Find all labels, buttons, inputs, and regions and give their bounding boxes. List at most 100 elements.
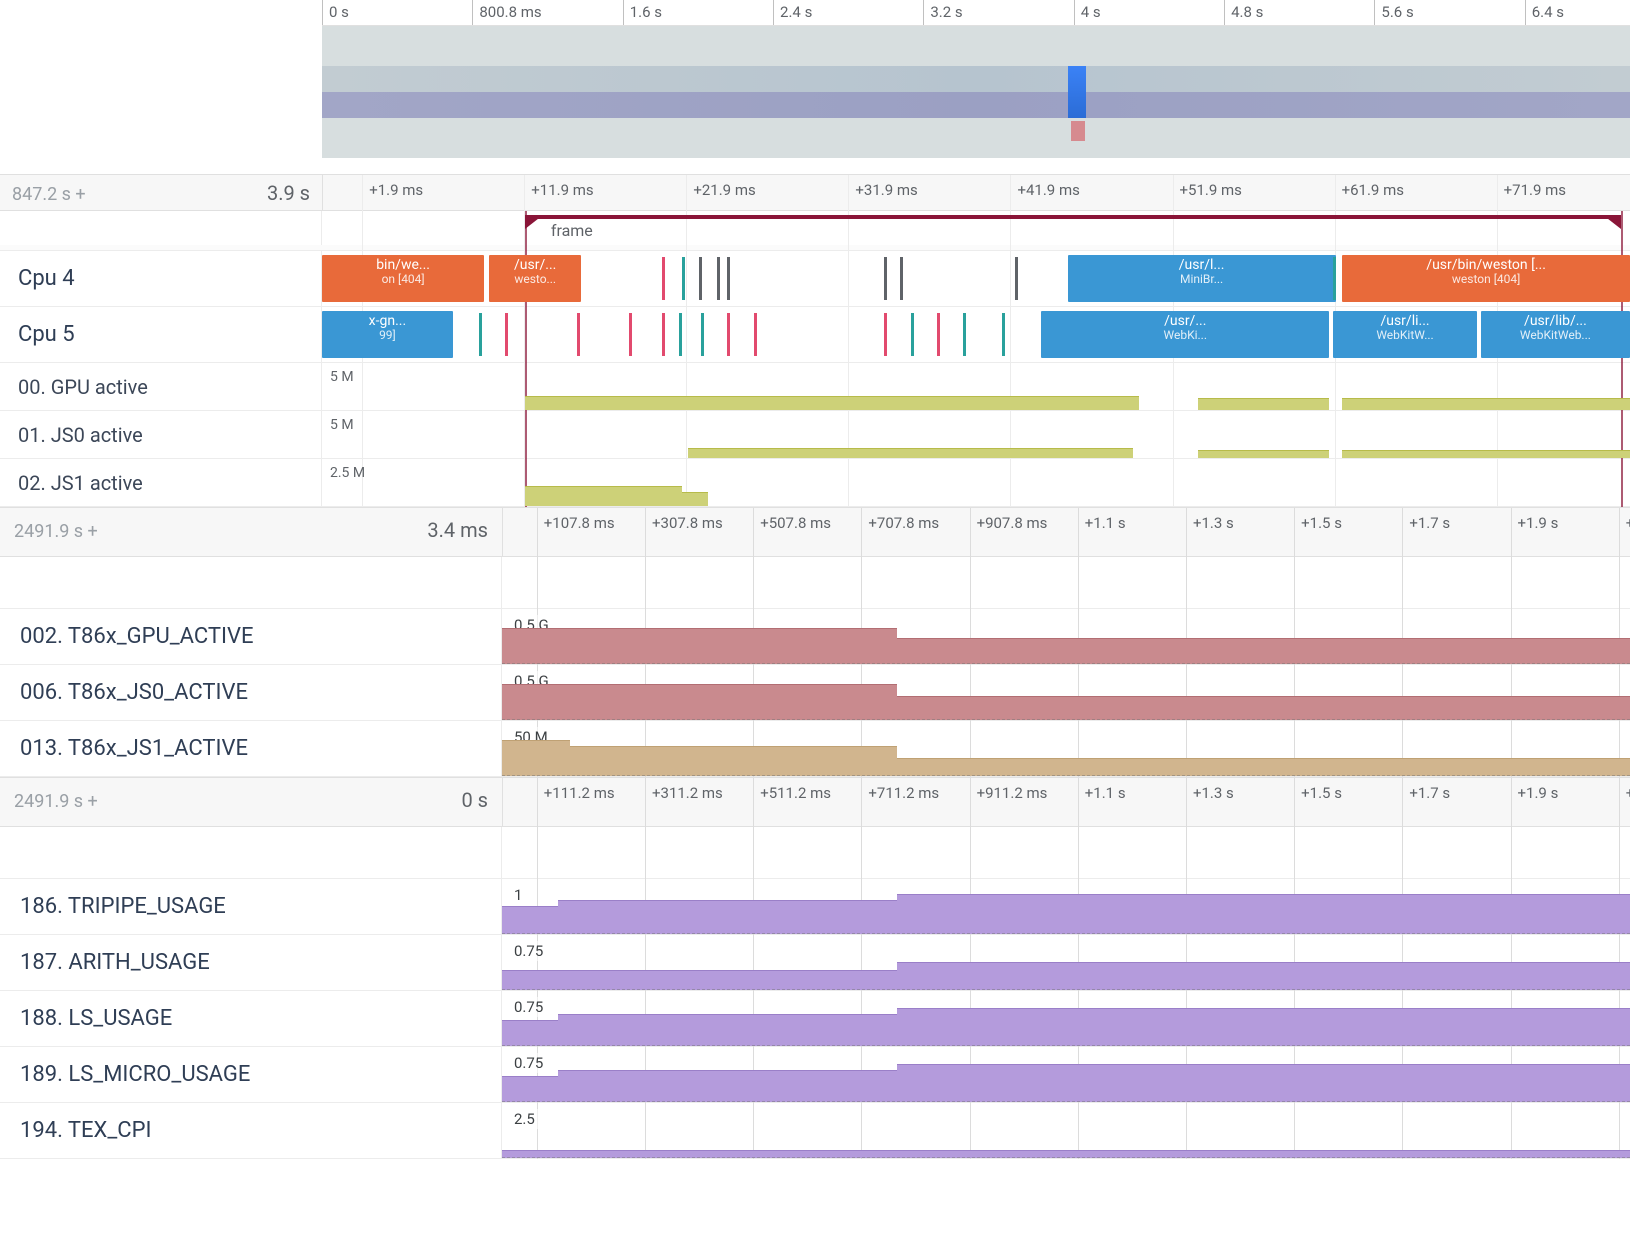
time-axis[interactable]: +1.9 ms+11.9 ms+21.9 ms+31.9 ms+41.9 ms+… — [322, 175, 1630, 210]
base-time-label: 2491.9 s + — [14, 791, 98, 812]
thread-sliver[interactable] — [900, 257, 903, 300]
time-tick: +507.8 ms — [760, 514, 831, 532]
overview-marker[interactable] — [1068, 66, 1086, 118]
counter-fill — [897, 758, 1630, 776]
thread-slice[interactable]: bin/we...on [404] — [322, 255, 484, 302]
thread-sliver[interactable] — [662, 257, 665, 300]
counter-row[interactable]: 186. TRIPIPE_USAGE1 — [0, 879, 1630, 935]
thread-sliver[interactable] — [701, 313, 704, 356]
counter-row[interactable]: 188. LS_USAGE0.75 — [0, 991, 1630, 1047]
slice-title: /usr/bin/weston [... — [1426, 257, 1546, 273]
slice-subtitle: WebKi... — [1047, 329, 1323, 342]
slice-title: /usr/l... — [1179, 257, 1225, 273]
thread-sliver[interactable] — [937, 313, 940, 356]
thread-slice[interactable]: /usr/l...MiniBr... — [1068, 255, 1336, 302]
time-tick: +1.5 s — [1301, 784, 1342, 802]
track-label: 00. GPU active — [0, 363, 322, 410]
counter-fill — [502, 906, 558, 934]
track-label: 013. T86x_JS1_ACTIVE — [0, 721, 502, 776]
time-tick: +61.9 ms — [1342, 181, 1404, 199]
counter-row[interactable]: 194. TEX_CPI 2.5 — [0, 1103, 1630, 1159]
time-tick: +1.9 ms — [369, 181, 423, 199]
thread-sliver[interactable] — [963, 313, 966, 356]
thread-sliver[interactable] — [505, 313, 508, 356]
frame-handle — [525, 215, 543, 229]
time-axis[interactable]: +107.8 ms+307.8 ms+507.8 ms+707.8 ms+907… — [502, 508, 1630, 556]
counter-row[interactable]: 187. ARITH_USAGE 0.75 — [0, 935, 1630, 991]
thread-sliver[interactable] — [1333, 257, 1336, 300]
thread-slice[interactable]: /usr/bin/weston [...weston [404] — [1342, 255, 1630, 302]
thread-sliver[interactable] — [682, 257, 685, 300]
thread-sliver[interactable] — [727, 257, 730, 300]
frame-label: frame — [551, 221, 593, 240]
time-tick: +707.8 ms — [868, 514, 939, 532]
frame-span — [525, 215, 1621, 219]
thread-sliver[interactable] — [699, 257, 702, 300]
time-tick: +1.7 s — [1409, 784, 1450, 802]
section-header: 2491.9 s + 0 s +111.2 ms+311.2 ms+511.2 … — [0, 777, 1630, 827]
thread-sliver[interactable] — [884, 257, 887, 300]
time-tick: +2 — [1626, 784, 1630, 802]
counter-value-badge: 0.75 — [508, 1053, 549, 1073]
track-label: Cpu 4 — [0, 251, 322, 306]
thread-slice[interactable]: /usr/...westo... — [489, 255, 581, 302]
cpu-row[interactable]: Cpu 5 x-gn...99]/usr/...WebKi.../usr/li.… — [0, 307, 1630, 363]
counter-row[interactable]: 00. GPU active 5 M — [0, 363, 1630, 411]
counter-value-badge: 0.75 — [508, 941, 549, 961]
thread-sliver[interactable] — [479, 313, 482, 356]
cpu-row[interactable]: Cpu 4 bin/we...on [404]/usr/...westo... /… — [0, 251, 1630, 307]
counter-row[interactable]: 189. LS_MICRO_USAGE 0.75 — [0, 1047, 1630, 1103]
thread-sliver[interactable] — [884, 313, 887, 356]
overview-time-axis: 0 s800.8 ms1.6 s2.4 s3.2 s4 s4.8 s5.6 s6… — [322, 0, 1630, 26]
counter-value-badge: 2.5 — [508, 1109, 541, 1129]
thread-sliver[interactable] — [679, 313, 682, 356]
time-tick: +1.1 s — [1085, 784, 1126, 802]
thread-sliver[interactable] — [754, 313, 757, 356]
overview-minimap[interactable]: 0 s800.8 ms1.6 s2.4 s3.2 s4 s4.8 s5.6 s6… — [0, 0, 1630, 175]
thread-sliver[interactable] — [662, 313, 665, 356]
counter-row[interactable]: 006. T86x_JS0_ACTIVE0.5 G — [0, 665, 1630, 721]
time-tick: +1.1 s — [1085, 514, 1126, 532]
cpu-track[interactable]: x-gn...99]/usr/...WebKi.../usr/li...WebK… — [322, 307, 1630, 362]
track-label: 189. LS_MICRO_USAGE — [0, 1047, 502, 1102]
thread-sliver[interactable] — [911, 313, 914, 356]
time-tick: +1.3 s — [1193, 514, 1234, 532]
thread-sliver[interactable] — [727, 313, 730, 356]
base-time-label: 847.2 s + — [12, 184, 86, 205]
time-tick: 800.8 ms — [472, 0, 547, 25]
time-tick: +107.8 ms — [544, 514, 615, 532]
track-label: 194. TEX_CPI — [0, 1103, 502, 1158]
time-tick: 4 s — [1074, 0, 1107, 25]
slice-subtitle: WebKitW... — [1339, 329, 1471, 342]
counter-fill — [502, 1020, 558, 1046]
counter-row[interactable]: 002. T86x_GPU_ACTIVE0.5 G — [0, 609, 1630, 665]
counter-row[interactable]: 01. JS0 active5 M — [0, 411, 1630, 459]
overview-band — [322, 26, 1630, 66]
counter-max-label: 2.5 M — [330, 465, 365, 481]
thread-sliver[interactable] — [577, 313, 580, 356]
thread-slice[interactable]: /usr/lib/...WebKitWeb... — [1481, 311, 1630, 358]
time-tick: 5.6 s — [1374, 0, 1419, 25]
thread-sliver[interactable] — [1015, 257, 1018, 300]
counter-fill — [897, 638, 1630, 664]
thread-slice[interactable]: x-gn...99] — [322, 311, 453, 358]
thread-sliver[interactable] — [717, 257, 720, 300]
time-tick: +2 — [1626, 514, 1630, 532]
counter-fill — [558, 900, 896, 934]
thread-slice[interactable]: /usr/li...WebKitW... — [1333, 311, 1477, 358]
counter-row[interactable]: 013. T86x_JS1_ACTIVE50 M — [0, 721, 1630, 777]
shader-usage-section: 2491.9 s + 0 s +111.2 ms+311.2 ms+511.2 … — [0, 777, 1630, 1159]
counter-row[interactable]: 02. JS1 active2.5 M — [0, 459, 1630, 507]
time-tick: 0 s — [322, 0, 355, 25]
counter-max-label: 5 M — [330, 369, 354, 385]
slice-title: /usr/... — [1164, 313, 1206, 329]
thread-slice[interactable]: /usr/...WebKi... — [1041, 311, 1329, 358]
time-axis[interactable]: +111.2 ms+311.2 ms+511.2 ms+711.2 ms+911… — [502, 778, 1630, 826]
thread-sliver[interactable] — [629, 313, 632, 356]
counter-fill — [502, 740, 570, 776]
time-tick: +1.5 s — [1301, 514, 1342, 532]
thread-sliver[interactable] — [1002, 313, 1005, 356]
overview-marker[interactable] — [1071, 121, 1085, 141]
track-label: 187. ARITH_USAGE — [0, 935, 502, 990]
cpu-track[interactable]: bin/we...on [404]/usr/...westo... /usr/l.… — [322, 251, 1630, 306]
